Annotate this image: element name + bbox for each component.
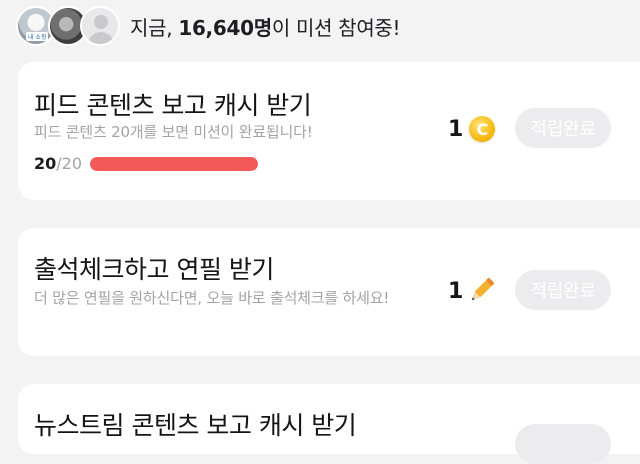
progress-bar bbox=[90, 156, 259, 171]
claim-button-partial[interactable] bbox=[515, 424, 611, 464]
progress-count: 20/20 bbox=[34, 154, 82, 173]
default-avatar-icon bbox=[80, 6, 120, 46]
participation-prefix: 지금, bbox=[130, 15, 179, 40]
participation-suffix: 이 미션 참여중! bbox=[271, 15, 401, 40]
mission-title: 출석체크하고 연필 받기 bbox=[34, 255, 274, 284]
coin-icon: C bbox=[469, 116, 496, 142]
reward-amount: 1 bbox=[448, 278, 464, 304]
mission-description: 피드 콘텐츠 20개를 보면 미션이 완료됩니다! bbox=[34, 123, 313, 141]
reward-amount: 1 bbox=[448, 116, 464, 142]
avatar-tag: 내 쇼핑 bbox=[26, 32, 49, 41]
participation-text: 지금, 16,640명이 미션 참여중! bbox=[130, 12, 401, 41]
mission-card-feed[interactable]: 피드 콘텐츠 보고 캐시 받기 피드 콘텐츠 20개를 보면 미션이 완료됩니다… bbox=[18, 62, 640, 200]
mission-title: 뉴스트림 콘텐츠 보고 캐시 받기 bbox=[34, 411, 357, 440]
mission-card-attendance[interactable]: 출석체크하고 연필 받기 더 많은 연필을 원하신다면, 오늘 바로 출석체크를… bbox=[18, 228, 640, 356]
progress-fill bbox=[90, 156, 259, 171]
pencil-icon bbox=[472, 277, 495, 301]
progress-current: 20 bbox=[34, 154, 57, 173]
mission-title: 피드 콘텐츠 보고 캐시 받기 bbox=[34, 91, 312, 120]
mission-card-newstream[interactable]: 뉴스트림 콘텐츠 보고 캐시 받기 bbox=[18, 384, 640, 464]
mission-progress: 20/20 bbox=[34, 154, 259, 173]
participant-avatars: 내 쇼핑 bbox=[16, 6, 126, 46]
mission-reward: 1 bbox=[448, 276, 495, 306]
mission-reward: 1 C bbox=[448, 116, 496, 142]
mission-description: 더 많은 연필을 원하신다면, 오늘 바로 출석체크를 하세요! bbox=[34, 289, 390, 307]
claim-complete-button[interactable]: 적립완료 bbox=[515, 108, 611, 148]
participant-count: 16,640명 bbox=[178, 15, 272, 40]
progress-total: /20 bbox=[56, 154, 83, 173]
participation-header: 내 쇼핑 지금, 16,640명이 미션 참여중! bbox=[0, 0, 640, 52]
claim-complete-button[interactable]: 적립완료 bbox=[515, 270, 611, 310]
